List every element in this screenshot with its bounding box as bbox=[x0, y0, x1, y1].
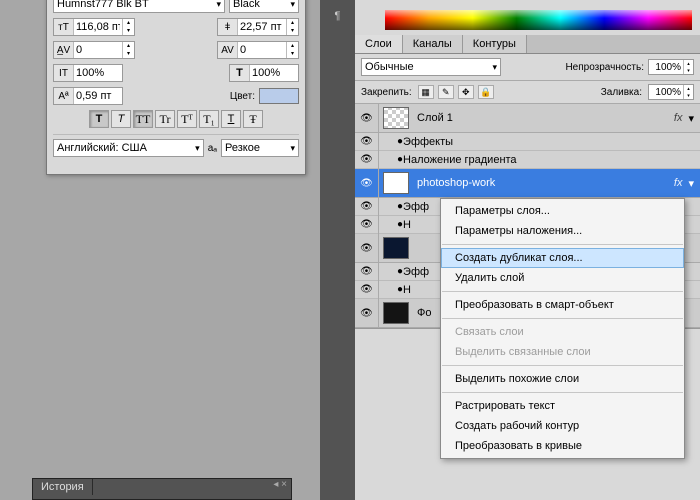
baseline-icon: Aª bbox=[54, 88, 74, 104]
layer-effects[interactable]: 👁● Эффекты bbox=[355, 133, 700, 151]
tab-paths[interactable]: Контуры bbox=[463, 35, 527, 53]
lock-transparent-icon[interactable]: ▦ bbox=[418, 85, 434, 99]
vscale-input[interactable] bbox=[74, 65, 122, 81]
visibility-icon[interactable]: 👁 bbox=[355, 169, 379, 197]
layer-thumb bbox=[383, 107, 409, 129]
hscale-field[interactable]: T bbox=[229, 64, 299, 82]
leading-field[interactable]: ǂ ▴▾ bbox=[217, 18, 299, 36]
antialias-select[interactable]: Резкое bbox=[221, 139, 299, 157]
visibility-icon[interactable]: 👁 bbox=[355, 104, 379, 132]
menu-select-similar[interactable]: Выделить похожие слои bbox=[441, 369, 684, 389]
fill-label: Заливка: bbox=[601, 87, 642, 98]
kerning-field[interactable]: A̲V ▴▾ bbox=[53, 41, 135, 59]
font-family-value: Humnst777 Blk BT bbox=[57, 0, 149, 10]
hscale-icon: T bbox=[230, 65, 250, 81]
character-panel: Humnst777 Blk BT Black тТ ▴▾ ǂ ▴▾ A̲V bbox=[46, 0, 306, 175]
stepper[interactable]: ▴▾ bbox=[286, 42, 298, 58]
tracking-icon: AV bbox=[218, 42, 238, 58]
font-family-select[interactable]: Humnst777 Blk BT bbox=[53, 0, 225, 13]
layer-effect-item[interactable]: 👁● Наложение градиента bbox=[355, 151, 700, 169]
tracking-input[interactable] bbox=[238, 42, 286, 58]
layer-name: photoshop-work bbox=[413, 177, 674, 189]
layer-thumb bbox=[383, 302, 409, 324]
allcaps-toggle[interactable]: TT bbox=[133, 110, 153, 128]
lock-position-icon[interactable]: ✥ bbox=[458, 85, 474, 99]
menu-convert-to-shape[interactable]: Преобразовать в кривые bbox=[441, 436, 684, 456]
layer-blend-row: Обычные Непрозрачность: ▴▾ bbox=[355, 54, 700, 81]
menu-rasterize-type[interactable]: Растрировать текст bbox=[441, 396, 684, 416]
font-size-icon: тТ bbox=[54, 19, 74, 35]
visibility-icon[interactable]: 👁 bbox=[355, 234, 379, 262]
faux-italic-toggle[interactable]: T bbox=[111, 110, 131, 128]
underline-toggle[interactable]: T bbox=[221, 110, 241, 128]
leading-input[interactable] bbox=[238, 19, 286, 35]
menu-blending-options[interactable]: Параметры наложения... bbox=[441, 221, 684, 241]
fill-field[interactable]: ▴▾ bbox=[648, 84, 694, 100]
lock-image-icon[interactable]: ✎ bbox=[438, 85, 454, 99]
language-select[interactable]: Английский: США bbox=[53, 139, 204, 157]
subscript-toggle[interactable]: T₁ bbox=[199, 110, 219, 128]
menu-delete-layer[interactable]: Удалить слой bbox=[441, 268, 684, 288]
layer-lock-row: Закрепить: ▦ ✎ ✥ 🔒 Заливка: ▴▾ bbox=[355, 81, 700, 104]
hscale-input[interactable] bbox=[250, 65, 298, 81]
menu-create-work-path[interactable]: Создать рабочий контур bbox=[441, 416, 684, 436]
font-size-input[interactable] bbox=[74, 19, 122, 35]
language-value: Английский: США bbox=[57, 142, 147, 154]
superscript-toggle[interactable]: Tᵀ bbox=[177, 110, 197, 128]
layer-name: Слой 1 bbox=[413, 112, 674, 124]
font-style-select[interactable]: Black bbox=[229, 0, 299, 13]
history-tab[interactable]: История bbox=[33, 479, 93, 495]
paragraph-icon[interactable]: ¶ bbox=[328, 6, 348, 26]
lock-buttons: ▦ ✎ ✥ 🔒 bbox=[418, 85, 495, 99]
fx-badge[interactable]: fx bbox=[674, 177, 683, 189]
menu-convert-smart-object[interactable]: Преобразовать в смарт-объект bbox=[441, 295, 684, 315]
lock-all-icon[interactable]: 🔒 bbox=[478, 85, 494, 99]
history-panel: История ◂ × bbox=[32, 478, 292, 500]
vscale-icon: IT bbox=[54, 65, 74, 81]
font-size-field[interactable]: тТ ▴▾ bbox=[53, 18, 135, 36]
text-layer-thumb: T bbox=[383, 172, 409, 194]
menu-duplicate-layer[interactable]: Создать дубликат слоя... bbox=[441, 248, 684, 268]
menu-link-layers: Связать слои bbox=[441, 322, 684, 342]
text-color-swatch[interactable] bbox=[259, 88, 299, 104]
blend-mode-select[interactable]: Обычные bbox=[361, 58, 501, 76]
color-spectrum[interactable] bbox=[385, 10, 692, 30]
tab-layers[interactable]: Слои bbox=[355, 35, 403, 53]
aa-prefix: aₐ bbox=[208, 143, 217, 154]
fx-badge[interactable]: fx bbox=[674, 112, 683, 124]
visibility-icon[interactable]: 👁 bbox=[355, 299, 379, 327]
smallcaps-toggle[interactable]: Tr bbox=[155, 110, 175, 128]
opacity-label: Непрозрачность: bbox=[565, 62, 644, 73]
baseline-input[interactable] bbox=[74, 88, 122, 104]
menu-layer-properties[interactable]: Параметры слоя... bbox=[441, 201, 684, 221]
opacity-field[interactable]: ▴▾ bbox=[648, 59, 694, 75]
layer-context-menu: Параметры слоя... Параметры наложения...… bbox=[440, 198, 685, 459]
layer-row-selected[interactable]: 👁 T photoshop-work fx▾ bbox=[355, 169, 700, 198]
layer-row[interactable]: 👁 Слой 1 fx▾ bbox=[355, 104, 700, 133]
tracking-field[interactable]: AV ▴▾ bbox=[217, 41, 299, 59]
stepper[interactable]: ▴▾ bbox=[122, 42, 134, 58]
dock-strip: ¶ bbox=[320, 0, 355, 500]
leading-icon: ǂ bbox=[218, 19, 238, 35]
kerning-icon: A̲V bbox=[54, 42, 74, 58]
lock-label: Закрепить: bbox=[361, 87, 412, 98]
menu-select-linked: Выделить связанные слои bbox=[441, 342, 684, 362]
faux-bold-toggle[interactable]: T bbox=[89, 110, 109, 128]
color-label: Цвет: bbox=[230, 91, 255, 102]
layers-panel-tabs: Слои Каналы Контуры bbox=[355, 35, 700, 54]
baseline-field[interactable]: Aª bbox=[53, 87, 123, 105]
layer-thumb bbox=[383, 237, 409, 259]
type-style-toggles: T T TT Tr Tᵀ T₁ T Ŧ bbox=[53, 110, 299, 128]
strike-toggle[interactable]: Ŧ bbox=[243, 110, 263, 128]
vscale-field[interactable]: IT bbox=[53, 64, 123, 82]
stepper[interactable]: ▴▾ bbox=[122, 19, 134, 35]
stepper[interactable]: ▴▾ bbox=[286, 19, 298, 35]
antialias-value: Резкое bbox=[225, 142, 260, 154]
tab-channels[interactable]: Каналы bbox=[403, 35, 463, 53]
history-collapse[interactable]: ◂ × bbox=[273, 479, 287, 490]
font-style-value: Black bbox=[233, 0, 260, 10]
kerning-input[interactable] bbox=[74, 42, 122, 58]
